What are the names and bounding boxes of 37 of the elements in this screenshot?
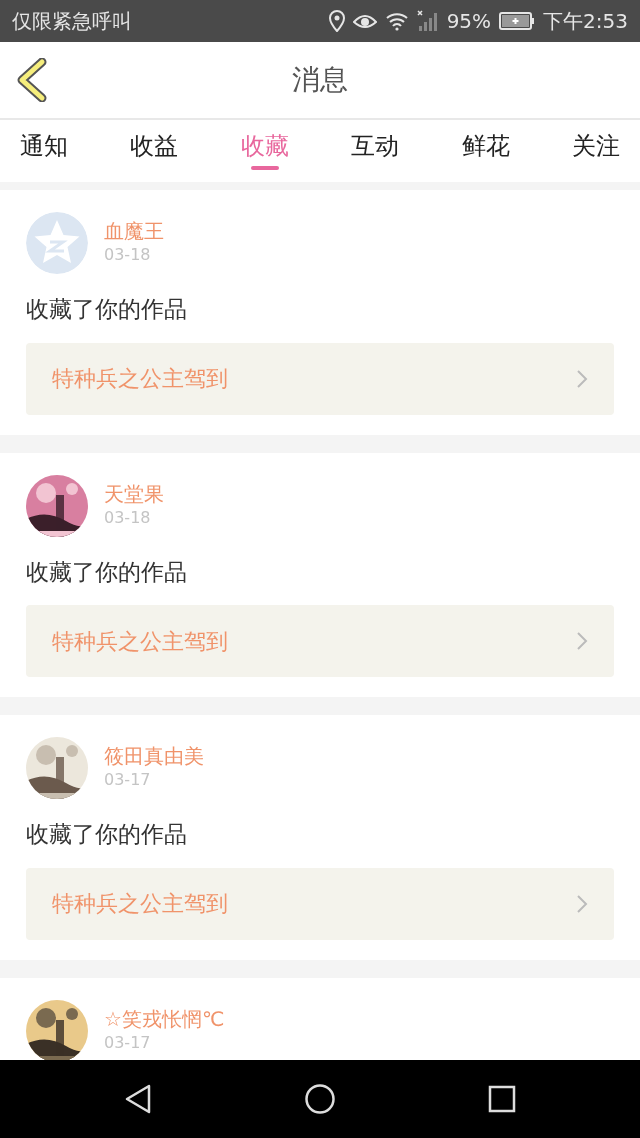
work-link[interactable]: 特种兵之公主驾到: [26, 605, 614, 677]
work-link[interactable]: 特种兵之公主驾到: [26, 867, 614, 940]
avatar-icon: [26, 212, 88, 274]
message-date: 03-18: [104, 506, 152, 529]
work-link[interactable]: 特种兵之公主驾到: [26, 342, 614, 415]
user-name[interactable]: 筱田真由美: [104, 744, 204, 768]
message-date: 03-17: [104, 769, 152, 791]
tab[interactable]: 互动: [339, 128, 412, 174]
home-nav-icon[interactable]: [304, 1083, 336, 1115]
user-name[interactable]: ☆笑戎怅惘℃: [104, 1006, 225, 1031]
user-name[interactable]: 天堂果: [104, 481, 164, 506]
tab[interactable]: 收藏: [228, 128, 301, 174]
recents-nav-icon[interactable]: [488, 1085, 516, 1113]
tab[interactable]: 通知: [8, 128, 80, 174]
message-text: 收藏了你的作品: [26, 820, 188, 849]
chevron-icon: [576, 893, 588, 914]
tab[interactable]: 收益: [118, 128, 191, 174]
location-icon: [328, 10, 345, 32]
wifi-icon: [384, 11, 409, 31]
message-date: 03-17: [104, 1031, 152, 1054]
signal-icon: [416, 10, 439, 32]
message-text: 收藏了你的作品: [26, 557, 188, 587]
page-title: 消息: [292, 62, 348, 98]
battery-icon: [499, 12, 536, 30]
back-nav-icon[interactable]: [124, 1083, 152, 1115]
chevron-icon: [576, 631, 588, 651]
chevron-icon: [576, 368, 588, 389]
tab[interactable]: 关注: [559, 128, 632, 174]
eye-icon: [352, 12, 377, 30]
tab[interactable]: 鲜花: [449, 128, 522, 174]
user-name[interactable]: 血魔王: [104, 219, 164, 243]
status-text: 仅限紧急呼叫: [12, 8, 132, 35]
battery-percent: 95%: [446, 8, 492, 35]
message-text: 收藏了你的作品: [26, 295, 188, 324]
clock-time: 下午2:53: [543, 8, 628, 35]
back-icon[interactable]: [16, 58, 48, 102]
message-date: 03-18: [104, 244, 152, 266]
